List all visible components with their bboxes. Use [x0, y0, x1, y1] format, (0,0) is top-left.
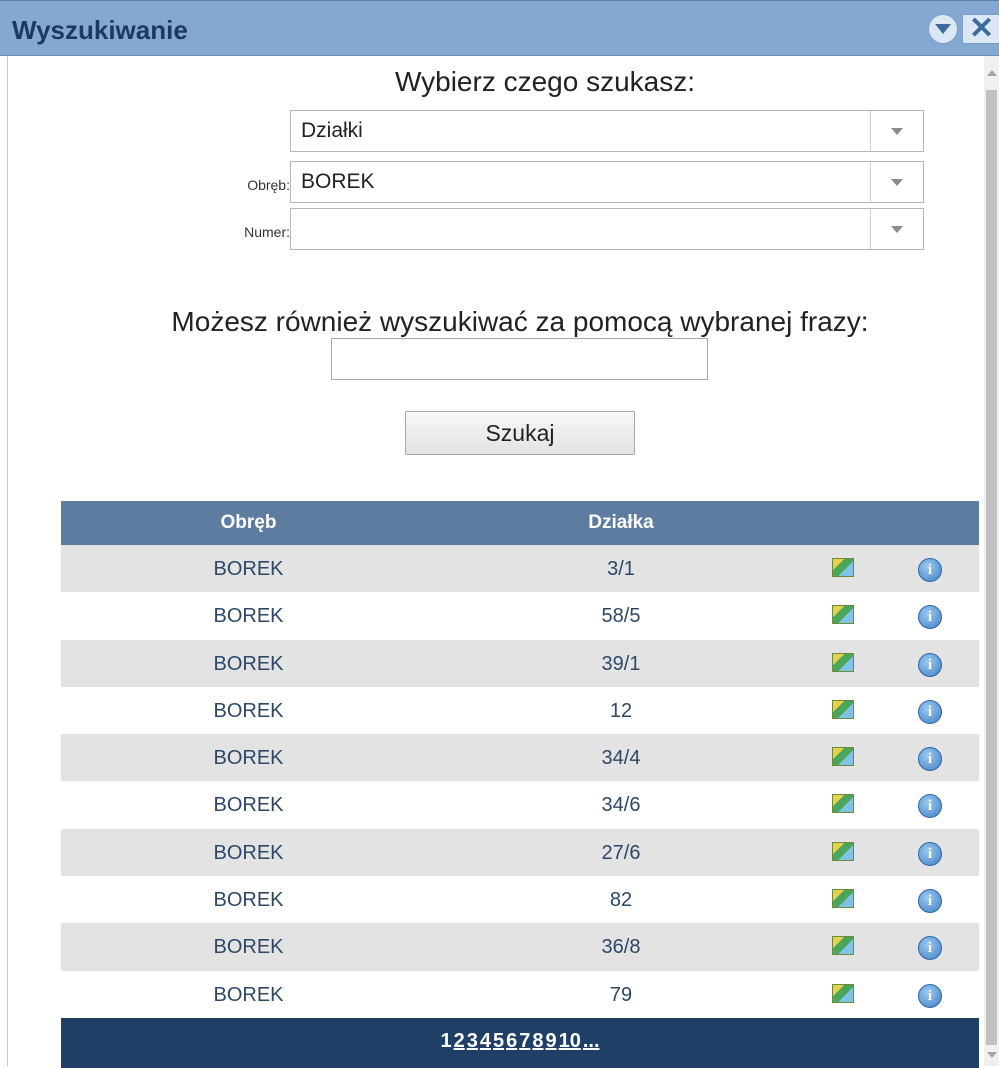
table-row[interactable]: BOREK 34/6 i — [61, 781, 979, 829]
cell-obreb: BOREK — [213, 889, 284, 912]
map-icon[interactable] — [832, 794, 854, 814]
info-icon[interactable]: i — [918, 747, 942, 772]
cell-obreb: BOREK — [213, 936, 284, 959]
scrollbar-thumb[interactable] — [986, 90, 997, 1045]
table-row[interactable]: BOREK 36/8 i — [61, 923, 979, 971]
page-link[interactable]: 2 — [454, 1030, 465, 1052]
chevron-down-icon[interactable] — [870, 162, 923, 202]
collapse-icon[interactable] — [928, 14, 958, 44]
info-icon[interactable]: i — [918, 983, 942, 1008]
cell-obreb: BOREK — [213, 558, 284, 580]
table-row[interactable]: BOREK 34/4 i — [61, 734, 979, 782]
page-link[interactable]: 10 — [559, 1030, 581, 1052]
cell-obreb: BOREK — [213, 794, 284, 817]
column-header-dzialka[interactable]: Działka — [531, 512, 711, 534]
table-header: Obręb Działka — [61, 501, 979, 545]
map-icon[interactable] — [832, 558, 854, 577]
table-row[interactable]: BOREK 82 i — [61, 876, 979, 924]
table-row[interactable]: BOREK 58/5 i — [61, 592, 979, 640]
table-row[interactable]: BOREK 79 i — [61, 970, 979, 1018]
cell-dzialka: 82 — [609, 889, 633, 912]
type-select-value: Działki — [301, 119, 363, 142]
table-row[interactable]: BOREK 39/1 i — [61, 639, 979, 687]
map-icon[interactable] — [832, 983, 854, 1003]
info-icon[interactable]: i — [918, 841, 942, 866]
map-icon[interactable] — [832, 936, 854, 956]
scrollbar[interactable] — [984, 56, 999, 1066]
scroll-down-icon[interactable] — [987, 1052, 997, 1058]
cell-dzialka: 34/6 — [601, 794, 641, 817]
chevron-down-icon[interactable] — [870, 209, 923, 249]
window-title: Wyszukiwanie — [12, 15, 188, 45]
cell-dzialka: 3/1 — [607, 558, 635, 580]
table-row[interactable]: BOREK 27/6 i — [61, 828, 979, 877]
cell-obreb: BOREK — [213, 652, 284, 675]
info-icon[interactable]: i — [918, 605, 942, 630]
map-icon[interactable] — [832, 699, 854, 719]
page-link[interactable]: 9 — [545, 1030, 556, 1052]
page-link[interactable]: ... — [583, 1030, 600, 1052]
scroll-up-icon[interactable] — [987, 70, 997, 76]
page-link[interactable]: 6 — [506, 1030, 517, 1052]
cell-dzialka: 36/8 — [601, 936, 641, 959]
obreb-select[interactable]: BOREK — [290, 161, 924, 203]
page-link[interactable]: 8 — [532, 1030, 543, 1052]
results-table: Obręb Działka BOREK 3/1 i BOREK 58/5 i BOREK 39… — [61, 501, 979, 1068]
page-link[interactable]: 4 — [480, 1030, 491, 1052]
page-link[interactable]: 5 — [493, 1030, 504, 1052]
page-link[interactable]: 1 — [440, 1030, 451, 1052]
column-header-obreb[interactable]: Obręb — [161, 512, 336, 534]
map-icon[interactable] — [832, 747, 854, 767]
cell-dzialka: 34/4 — [601, 747, 641, 770]
close-icon[interactable]: ✕ — [962, 14, 999, 44]
map-icon[interactable] — [832, 841, 854, 861]
phrase-heading: Możesz również wyszukiwać za pomocą wybr… — [171, 306, 869, 337]
cell-dzialka: 39/1 — [601, 652, 641, 675]
table-row[interactable]: BOREK 3/1 i — [61, 545, 979, 593]
info-icon[interactable]: i — [918, 699, 942, 724]
cell-obreb: BOREK — [213, 747, 284, 770]
map-icon[interactable] — [832, 652, 854, 672]
info-icon[interactable]: i — [918, 652, 942, 677]
page-link[interactable]: 7 — [519, 1030, 530, 1052]
choose-heading: Wybierz czego szukasz: — [394, 66, 696, 97]
cell-dzialka: 79 — [609, 983, 633, 1006]
numer-select[interactable] — [290, 208, 924, 250]
table-row[interactable]: BOREK 12 i — [61, 686, 979, 735]
search-button[interactable]: Szukaj — [405, 411, 635, 455]
obreb-label: Obręb: — [247, 177, 290, 193]
cell-dzialka: 27/6 — [601, 841, 641, 864]
cell-dzialka: 12 — [609, 699, 633, 722]
cell-obreb: BOREK — [213, 605, 284, 628]
cell-obreb: BOREK — [213, 983, 284, 1006]
pager: 1 2 3 4 5 6 7 8 9 10... — [61, 1017, 979, 1068]
numer-label: Numer: — [244, 224, 290, 240]
cell-obreb: BOREK — [213, 841, 284, 864]
cell-dzialka: 58/5 — [601, 605, 641, 628]
map-icon[interactable] — [832, 889, 854, 909]
info-icon[interactable]: i — [918, 794, 942, 819]
phrase-input[interactable] — [331, 338, 708, 380]
page-link[interactable]: 3 — [467, 1030, 478, 1052]
left-edge — [0, 56, 8, 1066]
info-icon[interactable]: i — [918, 889, 942, 914]
window-titlebar: Wyszukiwanie ✕ — [0, 0, 999, 56]
map-icon[interactable] — [832, 605, 854, 625]
table-body: BOREK 3/1 i BOREK 58/5 i BOREK 39/1 i BOREK 12 i BOR… — [61, 545, 979, 1018]
type-select[interactable]: Działki — [290, 110, 924, 152]
info-icon[interactable]: i — [918, 936, 942, 961]
cell-obreb: BOREK — [213, 699, 284, 722]
info-icon[interactable]: i — [918, 558, 942, 582]
chevron-down-icon[interactable] — [870, 111, 923, 151]
obreb-select-value: BOREK — [301, 170, 375, 193]
